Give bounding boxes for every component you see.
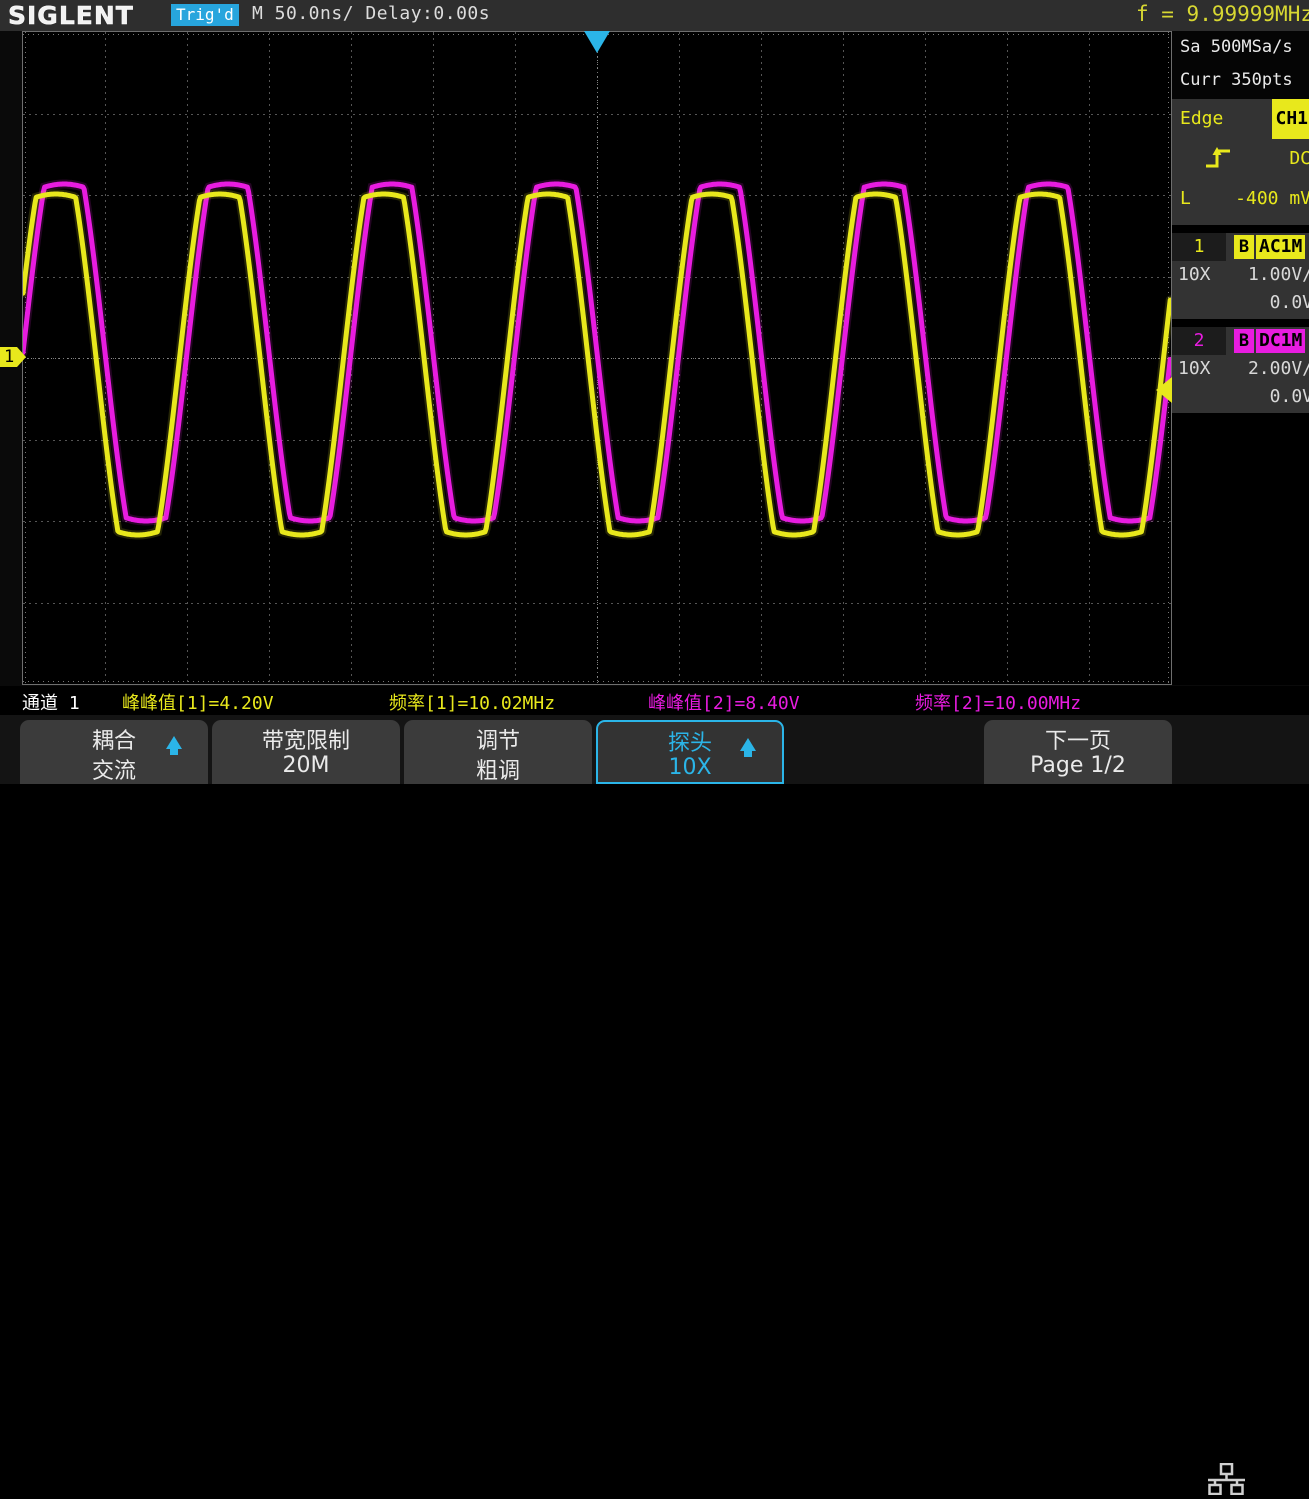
trigger-status-badge[interactable]: Trig'd xyxy=(171,4,239,26)
soft-key-2[interactable]: 带宽限制 20M xyxy=(212,720,400,784)
soft-key-menu[interactable]: 耦合 交流 带宽限制 20M 调节 粗调 探头 10X 下一页 Page 1/2 xyxy=(0,715,1309,1496)
soft-key-label-secondary: 10X xyxy=(668,755,712,780)
soft-key-1[interactable]: 耦合 交流 xyxy=(20,720,208,784)
soft-key-label-primary: 调节 xyxy=(475,729,520,754)
trigger-type-label: Edge xyxy=(1180,108,1224,129)
sample-rate-readout: Sa 500MSa/s xyxy=(1180,37,1293,57)
channel-2-panel[interactable]: 2 B DC1M 10X 2.00V/ 0.0V xyxy=(1172,327,1309,413)
channel-2-coupling-badge[interactable]: DC1M xyxy=(1256,329,1306,353)
channel-1-offset: 0.0V xyxy=(1269,292,1309,313)
panel-divider xyxy=(1172,225,1309,233)
channel-1-coupling-badge[interactable]: AC1M xyxy=(1256,235,1306,259)
channel-2-offset: 0.0V xyxy=(1269,386,1309,407)
channel-1-probe: 10X xyxy=(1178,264,1211,285)
frequency-counter-readout: f = 9.99999MHz xyxy=(1135,2,1309,26)
trigger-source-badge[interactable]: CH1 xyxy=(1272,99,1309,139)
soft-key-label-primary: 下一页 xyxy=(1044,729,1111,754)
soft-key-label-secondary: 20M xyxy=(282,753,330,778)
channel-1-offset-row[interactable]: 0.0V xyxy=(1172,289,1309,317)
trigger-level-prefix: L xyxy=(1180,188,1191,209)
channel-2-probe: 10X xyxy=(1178,358,1211,379)
measurement-item[interactable]: 峰峰值[1]=4.20V xyxy=(122,689,274,715)
channel-1-volts-div: 1.00V/ xyxy=(1247,264,1309,285)
channel-1-scale-row[interactable]: 10X 1.00V/ xyxy=(1172,261,1309,289)
measurement-source-label: 通道 1 xyxy=(22,693,80,714)
channel-1-number[interactable]: 1 xyxy=(1172,233,1226,261)
channel-1-marker-label: 1 xyxy=(0,347,18,367)
lan-network-icon xyxy=(1205,1462,1247,1499)
measurement-item[interactable]: 频率[1]=10.02MHz xyxy=(389,689,555,715)
channel-2-offset-row[interactable]: 0.0V xyxy=(1172,383,1309,411)
trigger-level-value: -400 mV xyxy=(1235,188,1309,209)
soft-key-5[interactable]: 下一页 Page 1/2 xyxy=(984,720,1172,784)
soft-key-label-secondary: 交流 xyxy=(91,759,136,784)
channel-2-scale-row[interactable]: 10X 2.00V/ xyxy=(1172,355,1309,383)
up-arrow-icon xyxy=(166,736,182,755)
trigger-coupling-label: DC xyxy=(1289,148,1309,169)
channel-2-bandwidth-badge[interactable]: B xyxy=(1234,329,1254,353)
measurement-item[interactable]: 峰峰值[2]=8.40V xyxy=(648,689,800,715)
channel-1-bandwidth-badge[interactable]: B xyxy=(1234,235,1254,259)
soft-key-label-primary: 带宽限制 xyxy=(261,729,350,754)
soft-key-4[interactable]: 探头 10X xyxy=(596,720,784,784)
channel-2-volts-div: 2.00V/ xyxy=(1247,358,1309,379)
side-panel: Sa 500MSa/s Curr 350pts Edge CH1 DC L -4… xyxy=(1172,31,1309,685)
channel-2-number[interactable]: 2 xyxy=(1172,327,1226,355)
channel-1-ground-marker[interactable]: 1 xyxy=(0,347,27,367)
trigger-position-marker[interactable] xyxy=(584,31,610,53)
soft-key-label-secondary: Page 1/2 xyxy=(1030,753,1126,778)
timebase-readout[interactable]: M 50.0ns/ Delay:0.00s xyxy=(252,3,490,24)
channel-1-header[interactable]: 1 B AC1M xyxy=(1172,233,1309,261)
oscilloscope-screen: SIGLENT Trig'd M 50.0ns/ Delay:0.00s f =… xyxy=(0,0,1309,1496)
memory-depth-readout: Curr 350pts xyxy=(1180,70,1293,90)
trigger-level-row[interactable]: L -400 mV xyxy=(1172,179,1309,219)
measurement-item[interactable]: 频率[2]=10.00MHz xyxy=(915,689,1081,715)
trigger-level-marker[interactable] xyxy=(1156,377,1172,403)
soft-key-label-secondary: 粗调 xyxy=(475,759,520,784)
acquisition-info: Sa 500MSa/s Curr 350pts xyxy=(1172,31,1309,99)
up-arrow-icon xyxy=(740,738,756,757)
channel-2-header[interactable]: 2 B DC1M xyxy=(1172,327,1309,355)
trigger-type-row[interactable]: Edge CH1 xyxy=(1172,99,1309,139)
channel-1-marker-tip xyxy=(17,347,27,367)
waveform-traces xyxy=(23,179,1171,540)
brand-logo: SIGLENT xyxy=(8,1,134,31)
channel-1-panel[interactable]: 1 B AC1M 10X 1.00V/ 0.0V xyxy=(1172,233,1309,319)
waveform-grid[interactable] xyxy=(22,31,1172,685)
measurement-bar[interactable]: 通道 1 峰峰值[1]=4.20V 频率[1]=10.02MHz 峰峰值[2]=8.… xyxy=(0,686,1309,715)
soft-key-3[interactable]: 调节 粗调 xyxy=(404,720,592,784)
trigger-info-panel[interactable]: Edge CH1 DC L -400 mV xyxy=(1172,99,1309,225)
status-bar: SIGLENT Trig'd M 50.0ns/ Delay:0.00s f =… xyxy=(0,0,1309,31)
trigger-slope-row[interactable]: DC xyxy=(1172,139,1309,179)
